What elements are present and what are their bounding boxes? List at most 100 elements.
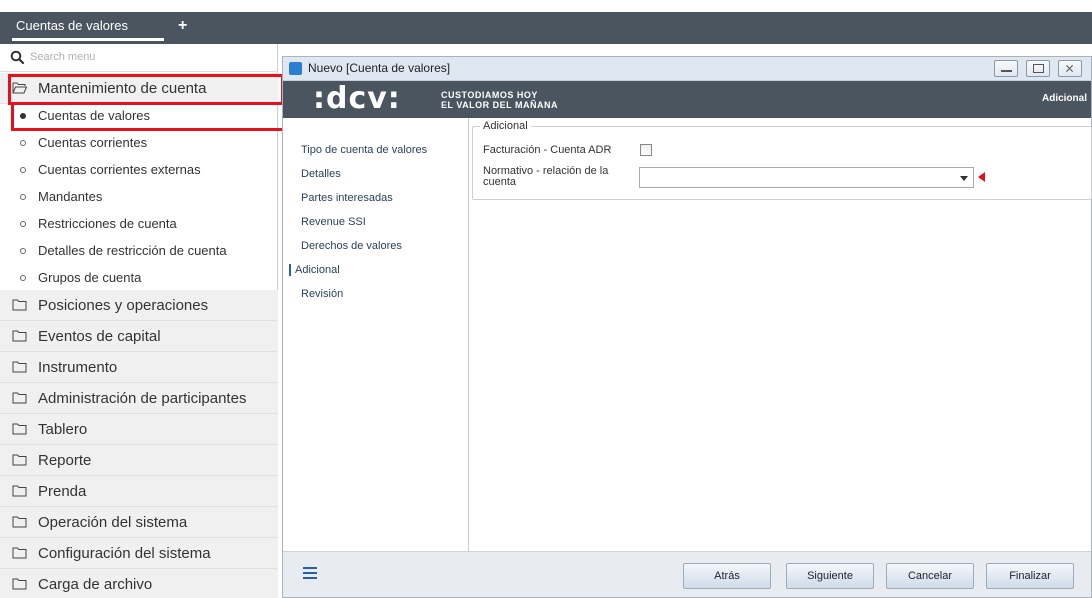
maximize-icon [1033,64,1044,73]
brand-banner: :dcv: CUSTODIAMOS HOY EL VALOR DEL MAÑAN… [283,81,1091,118]
sidebar-group-label: Prenda [38,483,87,500]
chevron-down-icon [960,176,968,181]
folder-open-icon [12,82,27,94]
new-account-dialog: Nuevo [Cuenta de valores] :dcv: CUSTODIA… [282,56,1092,598]
adr-label: Facturación - Cuenta ADR [483,144,612,156]
sidebar-item-detalles-de-restriccion[interactable]: Detalles de restricción de cuenta [0,237,278,264]
sidebar-item-label: Detalles de restricción de cuenta [38,243,227,258]
folder-icon [12,299,27,311]
sidebar-item-label: Cuentas de valores [38,108,151,123]
active-tab-indicator [12,38,164,41]
sidebar-group-carga-de-archivo[interactable]: Carga de archivo [0,569,278,598]
sidebar-item-cuentas-de-valores[interactable]: Cuentas de valores [0,102,278,129]
normativo-select[interactable] [639,167,974,188]
folder-icon [12,361,27,373]
sidebar-group-label: Eventos de capital [38,328,161,345]
sidebar-group-eventos-de-capital[interactable]: Eventos de capital [0,321,278,352]
bullet-icon [20,113,26,119]
tab-cuentas-de-valores[interactable]: Cuentas de valores [12,14,132,40]
sidebar-item-cuentas-corrientes-externas[interactable]: Cuentas corrientes externas [0,156,278,183]
sidebar-item-mandantes[interactable]: Mandantes [0,183,278,210]
wizard-steps: Tipo de cuenta de valores Detalles Parte… [283,118,469,551]
bullet-icon [20,194,26,200]
search-input[interactable] [30,48,270,66]
bullet-icon [20,275,26,281]
step-revenue-ssi[interactable]: Revenue SSI [301,216,366,228]
sidebar-group-label: Carga de archivo [38,576,153,593]
adr-checkbox[interactable] [640,144,652,156]
finish-button[interactable]: Finalizar [986,563,1074,589]
folder-icon [12,454,27,466]
sidebar-group-reporte[interactable]: Reporte [0,445,278,476]
hamburger-menu-icon[interactable] [303,567,317,579]
sidebar-group-label: Mantenimiento de cuenta [38,80,207,97]
sidebar-group-mantenimiento-de-cuenta[interactable]: Mantenimiento de cuenta [0,73,278,104]
next-button[interactable]: Siguiente [786,563,874,589]
search-icon [10,50,24,64]
sidebar-item-label: Cuentas corrientes externas [38,162,201,177]
tagline-line2: EL VALOR DEL MAÑANA [441,100,559,110]
bullet-icon [20,221,26,227]
sidebar-item-cuentas-corrientes[interactable]: Cuentas corrientes [0,129,278,156]
sidebar-group-tablero[interactable]: Tablero [0,414,278,445]
sidebar-item-restricciones-de-cuenta[interactable]: Restricciones de cuenta [0,210,278,237]
step-partes-interesadas[interactable]: Partes interesadas [301,192,393,204]
folder-icon [12,423,27,435]
sidebar-group-label: Tablero [38,421,88,438]
bullet-icon [20,248,26,254]
tagline: CUSTODIAMOS HOY EL VALOR DEL MAÑANA [441,90,558,110]
cancel-button[interactable]: Cancelar [886,563,974,589]
top-tab-bar: Cuentas de valores + [0,0,1092,44]
step-detalles[interactable]: Detalles [301,168,341,180]
sidebar-group-configuracion-del-sistema[interactable]: Configuración del sistema [0,538,278,569]
sidebar-group-instrumento[interactable]: Instrumento [0,352,278,383]
app-icon [289,62,302,75]
sidebar-item-label: Mandantes [38,189,103,204]
dcv-logo: :dcv: [313,81,401,116]
add-tab-button[interactable]: + [178,14,187,38]
sidebar-group-label: Configuración del sistema [38,545,211,562]
folder-icon [12,547,27,559]
sidebar-item-grupos-de-cuenta[interactable]: Grupos de cuenta [0,264,278,291]
dialog-title-bar: Nuevo [Cuenta de valores] [283,57,1091,81]
sidebar-menu: Mantenimiento de cuenta Cuentas de valor… [0,44,278,598]
sidebar-item-label: Restricciones de cuenta [38,216,177,231]
sidebar-item-label: Grupos de cuenta [38,270,142,285]
normativo-label: Normativo - relación de la cuenta [483,166,608,188]
sidebar-group-label: Reporte [38,452,92,469]
dialog-footer: Atrás Siguiente Cancelar Finalizar [283,551,1091,597]
sidebar-group-label: Administración de participantes [38,390,247,407]
sidebar-group-label: Operación del sistema [38,514,188,531]
bullet-icon [20,140,26,146]
sidebar-group-label: Posiciones y operaciones [38,297,209,314]
section-legend: Adicional [480,120,531,132]
adicional-section [472,126,1092,200]
step-tipo-de-cuenta[interactable]: Tipo de cuenta de valores [301,144,427,156]
dialog-title: Nuevo [Cuenta de valores] [308,61,451,75]
sidebar-group-label: Instrumento [38,359,118,376]
folder-icon [12,516,27,528]
sidebar-group-posiciones-y-operaciones[interactable]: Posiciones y operaciones [0,290,278,321]
maximize-button[interactable] [1026,60,1050,77]
bullet-icon [20,167,26,173]
minimize-button[interactable] [994,60,1018,77]
search-bar [0,44,278,72]
minimize-icon [1001,70,1012,72]
normativo-label-line2: cuenta [483,176,517,188]
close-button[interactable] [1058,60,1082,77]
step-derechos-de-valores[interactable]: Derechos de valores [301,240,402,252]
sidebar-group-administracion-de-participantes[interactable]: Administración de participantes [0,383,278,414]
current-step-label: Adicional [1041,93,1087,104]
sidebar-group-operacion-del-sistema[interactable]: Operación del sistema [0,507,278,538]
folder-icon [12,578,27,590]
close-icon [1066,65,1074,72]
tagline-line1: CUSTODIAMOS HOY [441,90,538,100]
folder-icon [12,330,27,342]
sidebar-item-label: Cuentas corrientes [38,135,148,150]
required-marker-icon [978,172,985,182]
sidebar-group-prenda[interactable]: Prenda [0,476,278,507]
back-button[interactable]: Atrás [683,563,771,589]
step-adicional[interactable]: Adicional [289,264,340,276]
folder-icon [12,485,27,497]
step-revision[interactable]: Revisión [301,288,343,300]
